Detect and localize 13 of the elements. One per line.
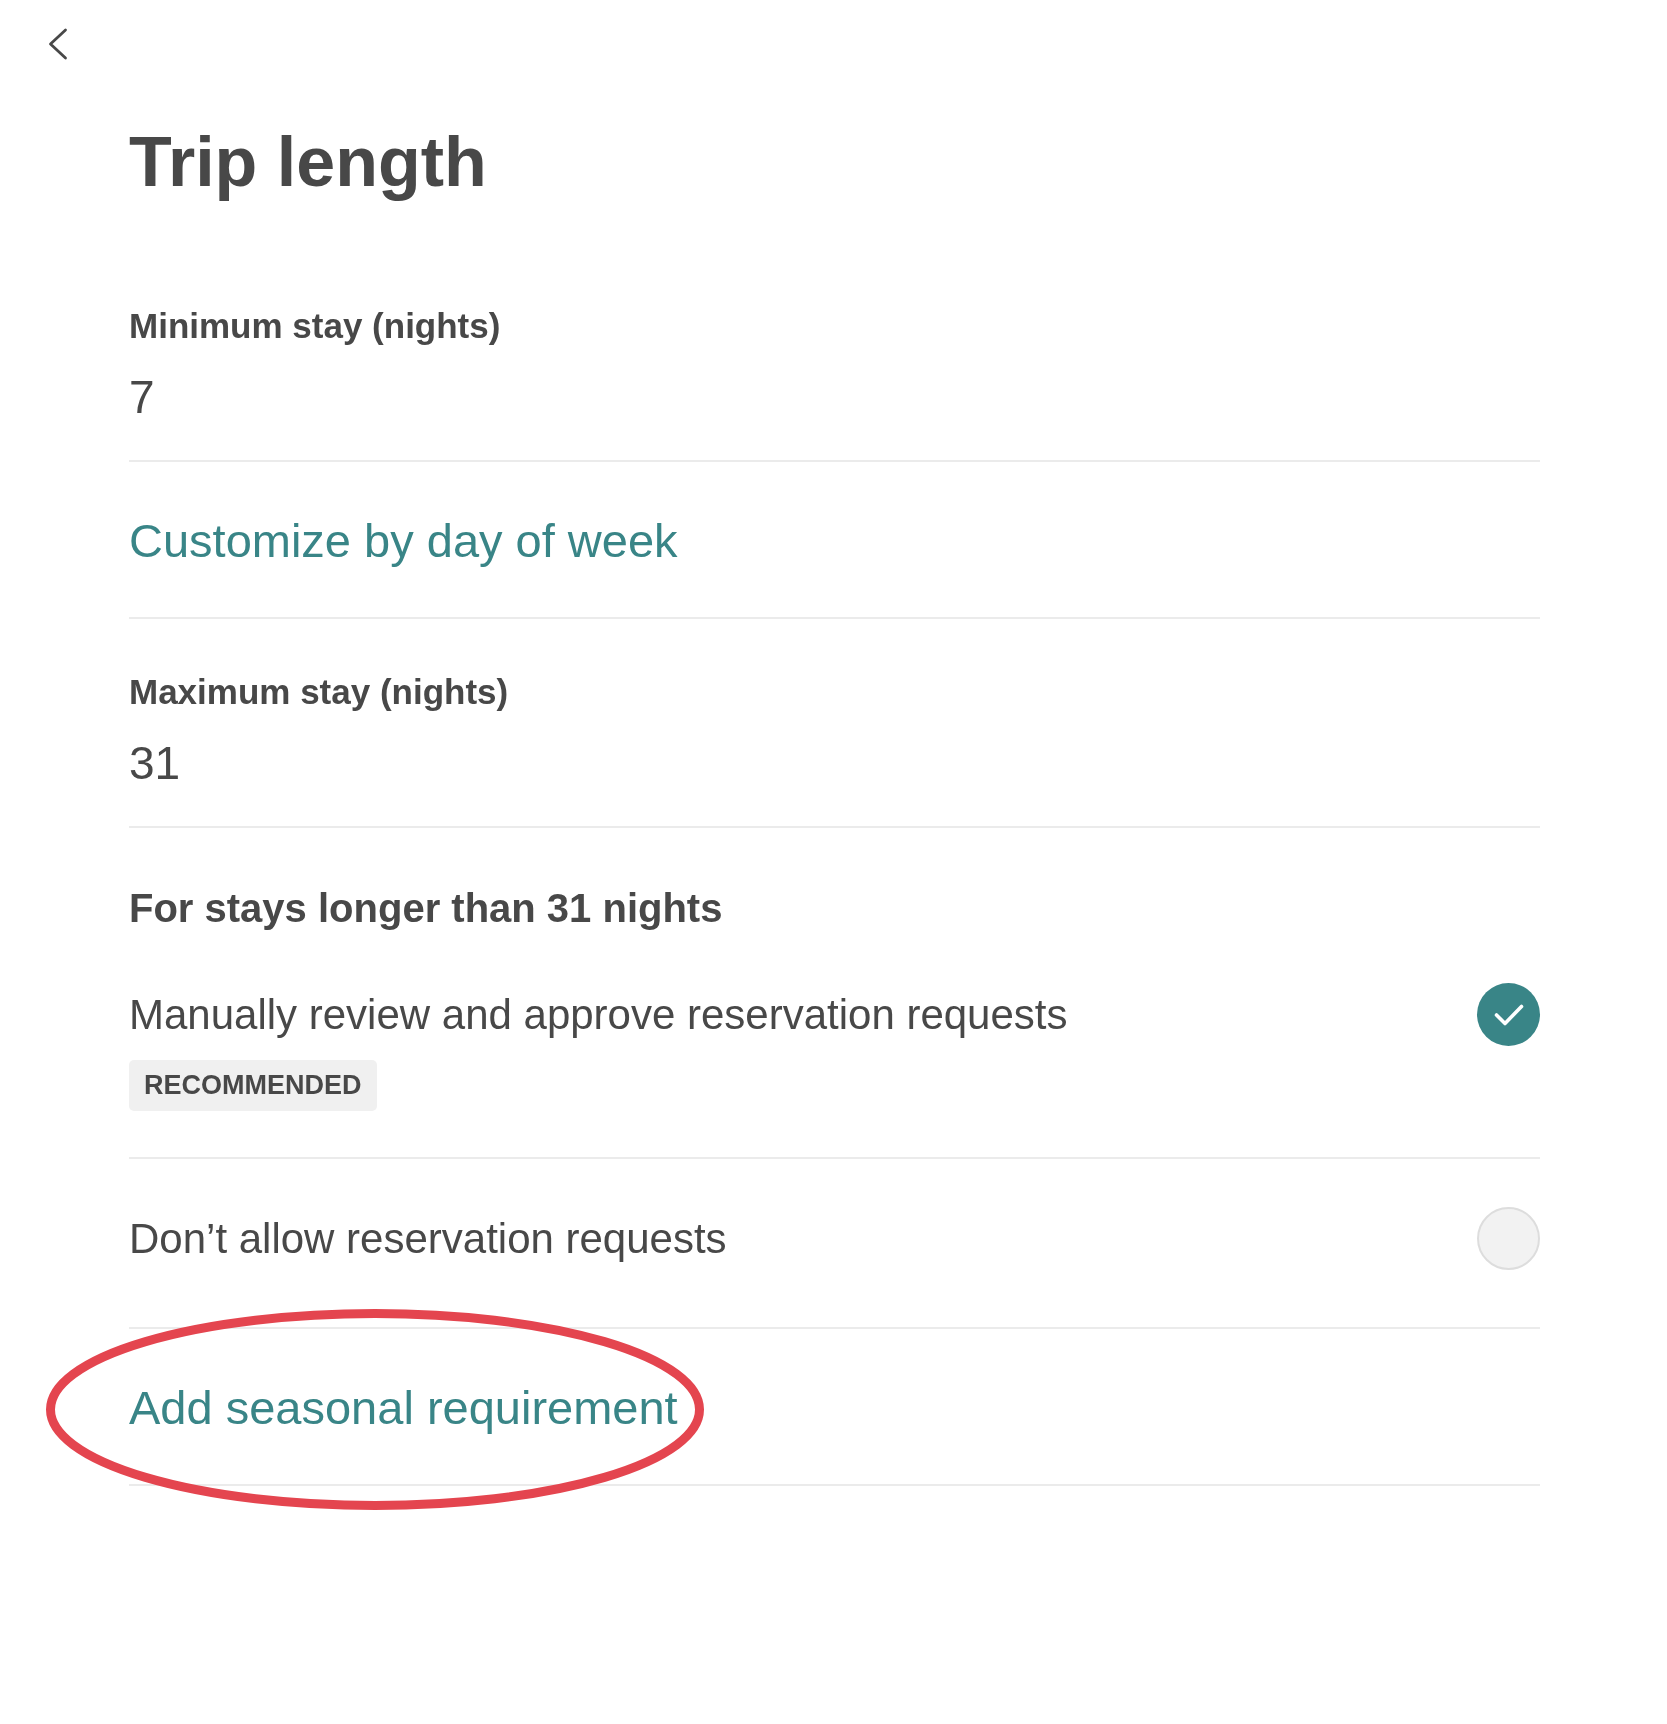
status-tag: RECOMMENDED [129, 1060, 377, 1111]
back-button[interactable] [46, 28, 70, 60]
chevron-icon [48, 28, 68, 60]
input-field[interactable]: 7 [129, 370, 1540, 424]
option-label: Don’t allow reservation requests [129, 1213, 727, 1264]
field-label: Maximum stay (nights) [129, 671, 509, 713]
section-heading: For stays longer than 31 nights [129, 885, 723, 932]
check-icon [1493, 1003, 1524, 1026]
page-title: Trip length [129, 122, 487, 203]
option-label: Manually review and approve reservation requests [129, 989, 1068, 1040]
input-field[interactable]: 31 [129, 736, 1540, 790]
field-label: Minimum stay (nights) [129, 305, 501, 347]
text-link[interactable]: Customize by day of week [129, 513, 678, 568]
